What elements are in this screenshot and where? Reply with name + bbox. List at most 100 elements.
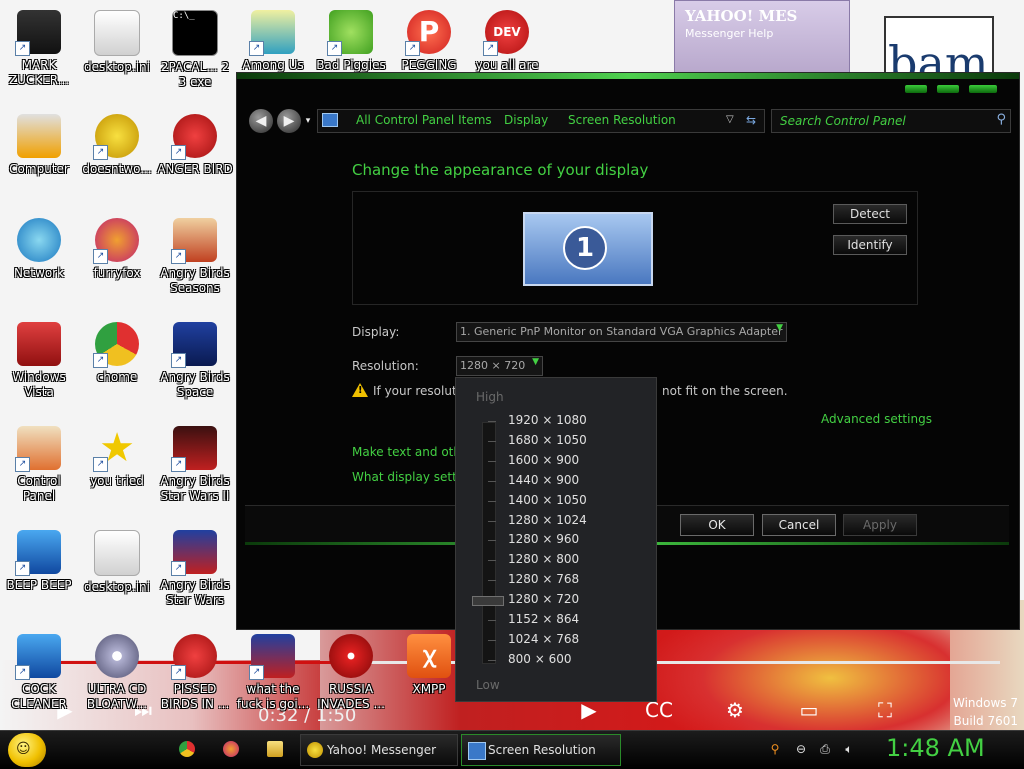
- desktop-icon-doesntwo[interactable]: ↗ doesntwo...: [78, 114, 156, 177]
- breadcrumb-screen-resolution[interactable]: Screen Resolution: [568, 113, 676, 127]
- window-icon: ↗: [15, 530, 61, 576]
- desktop-icon-desktop-ini-2[interactable]: desktop.ini: [78, 530, 156, 595]
- folder-icon[interactable]: [267, 741, 283, 757]
- identify-button[interactable]: Identify: [833, 235, 907, 255]
- resolution-option[interactable]: 1600 × 900: [508, 453, 579, 467]
- firefox-icon[interactable]: [223, 741, 239, 757]
- cancel-button[interactable]: Cancel: [762, 514, 836, 536]
- start-button[interactable]: ☺: [8, 733, 46, 767]
- yahoo-messenger-window[interactable]: YAHOO! MES Messenger Help: [674, 0, 850, 74]
- monitor-1[interactable]: 1: [523, 212, 653, 286]
- taskbar-yahoo-messenger[interactable]: Yahoo! Messenger: [300, 734, 458, 766]
- taskbar-screen-resolution[interactable]: Screen Resolution: [461, 734, 621, 766]
- desktop-icon-you-tried[interactable]: ★ ↗ you tried: [78, 426, 156, 489]
- desktop-icon-pissed-birds[interactable]: ↗ PISSED BIRDS IN ...: [156, 634, 234, 712]
- desktop-icon-beep[interactable]: ↗ BEEP BEEP: [0, 530, 78, 593]
- close-button[interactable]: [969, 85, 997, 93]
- chrome-icon[interactable]: [179, 741, 195, 757]
- resolution-option[interactable]: 1152 × 864: [508, 612, 579, 626]
- desktop-icon-control-panel[interactable]: ↗ Control Panel: [0, 426, 78, 504]
- resolution-option[interactable]: 800 × 600: [508, 652, 572, 666]
- resolution-slider-track[interactable]: [482, 422, 496, 664]
- desktop-icon-computer[interactable]: Computer: [0, 114, 78, 177]
- resolution-option[interactable]: 1280 × 800: [508, 552, 579, 566]
- miniplayer-icon: ▭: [799, 698, 819, 722]
- cd-icon: [95, 634, 139, 678]
- resolution-option[interactable]: 1400 × 1050: [508, 493, 587, 507]
- resolution-option[interactable]: 1920 × 1080: [508, 413, 587, 427]
- back-arrow-icon[interactable]: ◀: [249, 109, 273, 133]
- resolution-tick: [488, 659, 496, 661]
- desktop-icon-2pacal[interactable]: C:\_ 2PACAL... 2 3 exe: [156, 10, 234, 90]
- minimize-button[interactable]: [905, 85, 927, 93]
- search-box[interactable]: ⚲: [771, 109, 1011, 133]
- address-dropdown-chevron-icon[interactable]: ▽: [726, 114, 734, 125]
- resolution-option[interactable]: 1280 × 768: [508, 572, 579, 586]
- desktop-icon-mark[interactable]: ↗ MARK ZUCKER...: [0, 10, 78, 88]
- resolution-option[interactable]: 1680 × 1050: [508, 433, 587, 447]
- desktop-icon-angry-birds-star-wars-2[interactable]: ↗ Angry Birds Star Wars II: [156, 426, 234, 504]
- warning-icon: !: [352, 383, 368, 397]
- angry-bird-icon: ↗: [171, 634, 217, 680]
- recent-pages-chevron-icon[interactable]: ▾: [303, 109, 313, 133]
- chrome-icon: ↗: [93, 322, 139, 368]
- desktop-icon-angry-birds-seasons[interactable]: ↗ Angry Birds Seasons: [156, 218, 234, 296]
- detect-button[interactable]: Detect: [833, 204, 907, 224]
- network-tray-icon[interactable]: ⎙: [818, 742, 832, 756]
- control-panel-icon: [468, 742, 486, 760]
- maximize-button[interactable]: [937, 85, 959, 93]
- apply-button[interactable]: Apply: [843, 514, 917, 536]
- page-title: Change the appearance of your display: [352, 161, 649, 179]
- angry-bird-icon: ↗: [171, 426, 217, 472]
- desktop-icon-furryfox[interactable]: ↗ furryfox: [78, 218, 156, 281]
- desktop-icon-dev-cpp[interactable]: DEV ↗ you all are: [468, 10, 546, 73]
- desktop-icon-anger-bird[interactable]: ↗ ANGER BIRD: [156, 114, 234, 177]
- ok-button[interactable]: OK: [680, 514, 754, 536]
- taskbar-clock[interactable]: 1:48 AM: [886, 734, 985, 762]
- resolution-option[interactable]: 1440 × 900: [508, 473, 579, 487]
- refresh-icon[interactable]: ⇆: [746, 113, 756, 127]
- desktop-icon-ultra-cd[interactable]: ULTRA CD BLOATW...: [78, 634, 156, 712]
- forward-arrow-icon[interactable]: ▶: [277, 109, 301, 133]
- resolution-option[interactable]: 1280 × 720: [508, 592, 579, 606]
- desktop-icon-cock-cleaner[interactable]: ↗ COCK CLEANER: [0, 634, 78, 712]
- taskbar: ☺ Yahoo! Messenger Screen Resolution ⚲ ⊖…: [0, 730, 1024, 769]
- control-panel-address-icon: [322, 113, 338, 127]
- advanced-settings-link[interactable]: Advanced settings: [821, 412, 932, 426]
- desktop-icon-angry-birds-star-wars[interactable]: ↗ Angry Birds Star Wars: [156, 530, 234, 608]
- desktop-icon-angry-birds-space[interactable]: ↗ Angry Birds Space: [156, 322, 234, 400]
- display-select[interactable]: 1. Generic PnP Monitor on Standard VGA G…: [456, 322, 787, 342]
- resolution-tick: [488, 639, 496, 641]
- yahoo-window-title: YAHOO! MES: [685, 7, 798, 25]
- desktop-icon-among-us[interactable]: ↗ Among Us: [234, 10, 312, 73]
- status-tray-icon[interactable]: ⊖: [794, 742, 808, 756]
- resolution-select[interactable]: 1280 × 720 ▼: [456, 356, 543, 376]
- pig-icon: ↗: [327, 10, 373, 56]
- desktop-icon-chome[interactable]: ↗ chome: [78, 322, 156, 385]
- desktop-icon-russia[interactable]: RUSSIA INVADES ...: [312, 634, 390, 712]
- search-icon[interactable]: ⚲: [996, 112, 1006, 127]
- resolution-slider-thumb[interactable]: [472, 596, 504, 607]
- resolution-option[interactable]: 1024 × 768: [508, 632, 579, 646]
- display-select-value: 1. Generic PnP Monitor on Standard VGA G…: [460, 325, 783, 338]
- address-bar[interactable]: All Control Panel Items Display Screen R…: [317, 109, 765, 133]
- volume-tray-icon[interactable]: 🔈︎: [842, 742, 856, 756]
- desktop-icon-bad-piggies[interactable]: ↗ Bad Piggies: [312, 10, 390, 73]
- desktop-icon-windows-vista[interactable]: Windows Vista: [0, 322, 78, 400]
- breadcrumb-all-control-panel-items[interactable]: All Control Panel Items: [356, 113, 492, 127]
- xampp-icon: ꭓ: [407, 634, 451, 678]
- angry-bird-icon: ↗: [249, 634, 295, 680]
- display-label: Display:: [352, 325, 400, 339]
- resolution-option[interactable]: 1280 × 1024: [508, 513, 587, 527]
- bam-window[interactable]: bam: [884, 16, 994, 76]
- desktop-icon-network[interactable]: Network: [0, 218, 78, 281]
- desktop-icon-desktop-ini[interactable]: desktop.ini: [78, 10, 156, 75]
- search-tray-icon[interactable]: ⚲: [768, 742, 782, 756]
- file-icon: [94, 10, 140, 56]
- desktop-icon-pegging[interactable]: P ↗ PEGGING: [390, 10, 468, 73]
- desktop-icon-what-the[interactable]: ↗ what the fuck is goi...: [234, 634, 312, 712]
- yahoo-window-menu[interactable]: Messenger Help: [685, 27, 773, 40]
- search-input[interactable]: [778, 112, 988, 130]
- breadcrumb-display[interactable]: Display: [504, 113, 548, 127]
- resolution-option[interactable]: 1280 × 960: [508, 532, 579, 546]
